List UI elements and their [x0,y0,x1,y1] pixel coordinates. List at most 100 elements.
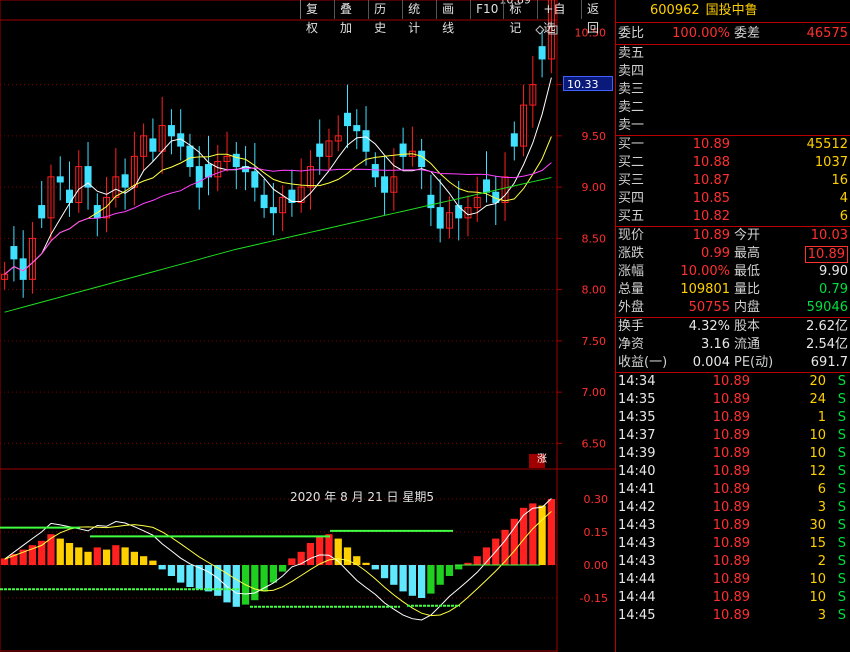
buy-level-label: 买五 [618,209,645,224]
stat-label: 今开 [734,228,761,243]
ma10-line [4,136,552,275]
buy-level-label: 买三 [618,173,645,188]
chart-frame [0,0,558,652]
candle-body [186,145,194,168]
buy-level-volume: 1037 [814,155,848,170]
tick-time: 14:39 [618,446,656,461]
price-axis-label: 7.50 [582,335,607,348]
stat-value: 10.03 [810,228,848,243]
finance-row: 净资 3.16 流通 2.54亿 [616,336,850,354]
tick-price: 10.89 [712,464,750,479]
tick-row: 14:43 10.89 2 S [616,553,850,571]
indicator-bar [445,565,454,576]
tick-volume: 3 [817,500,826,515]
indicator-bar [140,556,148,565]
tick-row: 14:34 10.89 20 S [616,373,850,391]
candle-body [455,205,463,219]
finance-label: 股本 [734,319,761,334]
indicator-bar [418,565,426,598]
indicator-bar [121,547,129,565]
sell-level-row: 卖三 [616,81,850,99]
indicator-bar [427,565,435,594]
indicator-bar [186,565,194,587]
price-axis-label: 9.00 [582,181,607,194]
indicator-bar [56,538,64,565]
indicator-bar [130,551,138,565]
stat-value: 50755 [688,300,730,315]
tick-row: 14:41 10.89 6 S [616,481,850,499]
tick-volume: 10 [809,572,826,587]
buy-level-label: 买二 [618,155,645,170]
tick-row: 14:42 10.89 3 S [616,499,850,517]
tick-side: S [837,554,846,569]
history-button[interactable]: 历史 [368,0,402,35]
stock-name: 国投中鲁 [705,3,758,18]
indicator-bar [75,547,83,565]
kline-chart[interactable]: 10.009.509.008.508.007.507.006.5010.500.… [0,0,615,652]
stat-value: 109801 [680,282,730,297]
finance-label: 收益(一) [618,355,668,370]
indicator-bar [538,505,546,565]
candle-body [232,153,240,168]
finance-value: 2.54亿 [806,337,848,352]
fuquan-button[interactable]: 复权 [300,0,334,35]
tick-price: 10.89 [712,410,750,425]
tick-row: 14:35 10.89 24 S [616,391,850,409]
finance-label: 换手 [618,319,645,334]
tick-row: 14:44 10.89 10 S [616,589,850,607]
candle-body [260,194,268,209]
indicator-bar [297,551,305,565]
tick-volume: 10 [809,590,826,605]
tick-list[interactable]: 14:34 10.89 20 S 14:35 10.89 24 S 14:35 10.89 1 S 14… [616,373,850,625]
stats-block: 现价 10.89 今开 10.03 涨跌 0.99 最高 10.89 涨幅 10.00% 最低 9.9… [616,227,850,318]
statistics-button[interactable]: 统计 [402,0,436,35]
buy-level-volume: 16 [831,173,848,188]
tick-time: 14:37 [618,428,656,443]
indicator-bar [455,565,463,570]
tick-side: S [837,500,846,515]
tick-time: 14:43 [618,518,656,533]
tick-side: S [837,518,846,533]
candle-body [251,171,259,188]
tick-time: 14:42 [618,500,656,515]
indicator-bar [279,565,287,572]
indicator-bar [65,543,74,565]
finance-label: PE(动) [734,355,774,370]
buy-level-row: 买二 10.88 1037 [616,154,850,172]
stat-value: 10.00% [680,264,730,279]
indicator-bar [158,565,166,570]
indicator-bar [501,529,509,565]
sell-level-label: 卖一 [618,118,645,133]
tick-side: S [837,482,846,497]
indicator-bar [529,503,537,565]
finance-label: 净资 [618,337,645,352]
finance-value: 4.32% [688,319,730,334]
buy-level-row: 买一 10.89 45512 [616,136,850,154]
mark-button[interactable]: 标记 [503,0,537,35]
candle-body [436,207,444,229]
f10-button[interactable]: F10 [470,0,503,19]
tick-volume: 1 [817,410,826,425]
kline-chart-area[interactable]: 10.009.509.008.508.007.507.006.5010.500.… [0,0,615,652]
back-button[interactable]: 返回 [581,0,615,35]
current-price-tag: 10.33 [563,76,613,91]
indicator-bar [84,551,92,565]
tick-price: 10.89 [712,572,750,587]
chart-toolbar: 复权 叠加 历史 统计 画线 F10 标记 +自选 返回 [300,0,615,35]
tick-price: 10.89 [712,428,750,443]
overlay-button[interactable]: 叠加 [334,0,368,35]
candle-body [38,205,46,219]
weibi-label: 委比 [618,26,645,41]
tick-side: S [837,536,846,551]
tick-volume: 6 [817,482,826,497]
indicator-bar [306,543,315,565]
stat-label: 总量 [618,282,645,297]
tick-row: 14:39 10.89 10 S [616,445,850,463]
candle-body [10,246,18,260]
indicator-axis-label: -0.15 [580,592,608,605]
tick-price: 10.89 [712,392,750,407]
add-watchlist-button[interactable]: +自选 [537,0,581,35]
tick-side: S [837,572,846,587]
indicator-bar [1,558,9,565]
draw-line-button[interactable]: 画线 [436,0,470,35]
